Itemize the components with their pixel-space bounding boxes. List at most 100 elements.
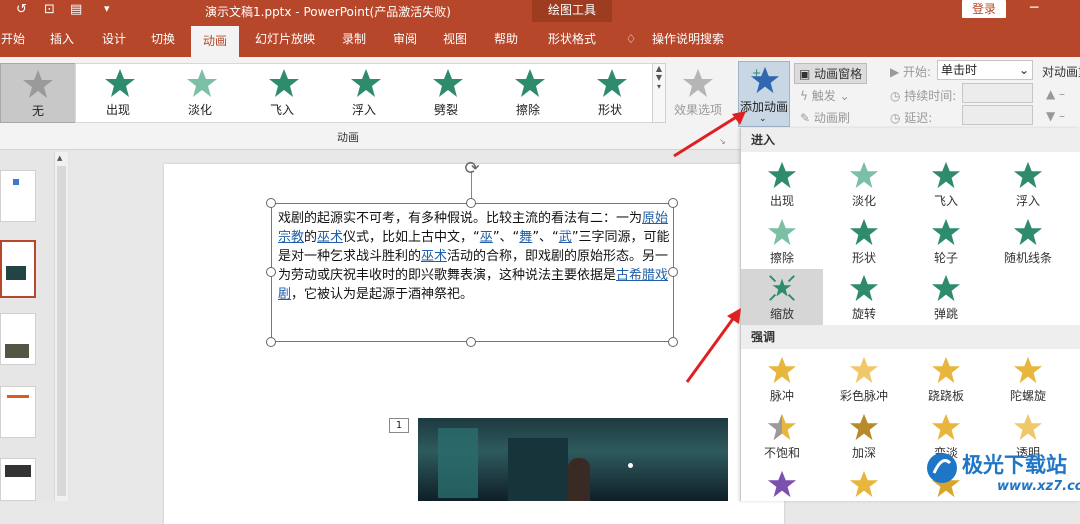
entrance-random-bars[interactable]: 随机线条	[987, 213, 1069, 269]
star-color-pulse-icon	[849, 356, 879, 384]
entrance-fly-in[interactable]: 飞入	[905, 156, 987, 212]
resize-handle-br[interactable]	[668, 337, 678, 347]
star-burst-icon	[767, 161, 797, 189]
photo-building	[438, 428, 478, 498]
animation-order-badge[interactable]: 1	[389, 418, 409, 433]
scroll-up-icon[interactable]: ▲	[57, 154, 62, 162]
entrance-zoom[interactable]: 缩放	[741, 269, 823, 325]
tab-transitions[interactable]: 切换	[145, 22, 181, 57]
tab-design[interactable]: 设计	[96, 22, 132, 57]
slide-photo[interactable]	[418, 418, 728, 501]
thumb-image	[5, 344, 29, 358]
move-later-icon[interactable]: ▼ –	[1046, 109, 1065, 123]
scroll-thumb[interactable]	[57, 166, 66, 496]
resize-handle-bl[interactable]	[266, 337, 276, 347]
entrance-bounce[interactable]: 弹跳	[905, 269, 987, 325]
customize-qa-icon[interactable]: ▾	[104, 2, 110, 15]
slide-thumb-4[interactable]	[0, 386, 36, 438]
star-shape-icon	[849, 218, 879, 246]
resize-handle-l[interactable]	[266, 267, 276, 277]
tab-review[interactable]: 审阅	[387, 22, 423, 57]
trigger-button[interactable]: ϟ 触发 ⌄	[800, 87, 850, 104]
anim-fly-in[interactable]: 飞入	[247, 63, 317, 123]
delay-input[interactable]	[962, 105, 1033, 125]
entrance-spin[interactable]: 旋转	[823, 269, 905, 325]
star-bounce-icon	[931, 274, 961, 302]
slide-thumb-5[interactable]	[0, 458, 36, 501]
resize-handle-tr[interactable]	[668, 198, 678, 208]
delay-clock-icon: ◷	[890, 111, 905, 125]
tab-home[interactable]: 开始	[0, 22, 26, 57]
emphasis-color-pulse[interactable]: 彩色脉冲	[823, 351, 905, 407]
dialog-launcher-icon[interactable]: ↘	[719, 137, 726, 146]
move-earlier-icon[interactable]: ▲ –	[1046, 87, 1065, 101]
emphasis-teeter[interactable]: 跷跷板	[905, 351, 987, 407]
star-wheel-icon	[931, 218, 961, 246]
star-desaturate-icon	[767, 413, 797, 441]
link-wu[interactable]: 巫	[480, 230, 493, 245]
anim-none[interactable]: 无	[0, 63, 76, 123]
tab-view[interactable]: 视图	[437, 22, 473, 57]
link-dance[interactable]: 舞	[519, 230, 532, 245]
text-box[interactable]: 戏剧的起源实不可考，有多种假说。比较主流的看法有二：一为原始宗教的巫术仪式，比如…	[271, 203, 674, 342]
photo-light	[628, 463, 633, 468]
resize-handle-b[interactable]	[466, 337, 476, 347]
link-martial[interactable]: 武	[559, 230, 572, 245]
lightbulb-icon: ♢	[625, 32, 637, 46]
link-witchcraft-2[interactable]: 巫术	[421, 249, 447, 264]
entrance-shape[interactable]: 形状	[823, 213, 905, 269]
minimize-button[interactable]: ─	[1030, 0, 1038, 16]
tell-me-search[interactable]: 操作说明搜索	[648, 22, 728, 57]
tab-record[interactable]: 录制	[336, 22, 372, 57]
present-icon[interactable]: ⊡	[44, 2, 55, 17]
thumbnail-scrollbar[interactable]: ▲	[54, 152, 68, 501]
entrance-appear[interactable]: 出现	[741, 156, 823, 212]
emphasis-pulse[interactable]: 脉冲	[741, 351, 823, 407]
tab-animations[interactable]: 动画	[191, 26, 239, 57]
slide-thumb-3[interactable]	[0, 313, 36, 365]
entrance-wheel[interactable]: 轮子	[905, 213, 987, 269]
anim-wipe[interactable]: 擦除	[493, 63, 563, 123]
animation-painter-button[interactable]: ✎ 动画刷	[800, 109, 850, 126]
resize-handle-tl[interactable]	[266, 198, 276, 208]
start-select[interactable]: 单击时 ⌄	[937, 60, 1033, 80]
resize-handle-t[interactable]	[466, 198, 476, 208]
tab-shape-format[interactable]: 形状格式	[542, 22, 602, 57]
title-bar: ↺ ⊡ ▤ ▾ 演示文稿1.pptx - PowerPoint(产品激活失败) …	[0, 0, 1080, 22]
anim-appear[interactable]: 出现	[83, 63, 153, 123]
entrance-float-in[interactable]: 浮入	[987, 156, 1069, 212]
resize-handle-r[interactable]	[668, 267, 678, 277]
star-icon	[23, 70, 53, 98]
animation-pane-button[interactable]: ▣ 动画窗格	[794, 63, 868, 84]
slideshow-icon[interactable]: ▤	[70, 2, 82, 17]
anim-fade[interactable]: 淡化	[165, 63, 235, 123]
emphasis-more-2[interactable]	[823, 465, 905, 501]
star-lighten-icon	[931, 413, 961, 441]
emphasis-desaturate[interactable]: 不饱和	[741, 408, 823, 464]
slide-thumb-1[interactable]	[0, 170, 36, 222]
start-label: ▶ 开始:	[890, 65, 932, 79]
autosave-icon[interactable]: ↺	[16, 2, 27, 17]
rotate-handle-icon[interactable]: ⟳	[461, 158, 483, 180]
link-witchcraft[interactable]: 巫术	[317, 230, 343, 245]
effect-options-button[interactable]: 效果选项	[667, 63, 729, 123]
watermark-logo-icon	[927, 453, 957, 483]
emphasis-darken[interactable]: 加深	[823, 408, 905, 464]
login-button[interactable]: 登录	[962, 0, 1006, 18]
tab-slideshow[interactable]: 幻灯片放映	[252, 22, 318, 57]
anim-float-in[interactable]: 浮入	[329, 63, 399, 123]
reorder-label: 对动画重	[1042, 65, 1080, 79]
entrance-fade[interactable]: 淡化	[823, 156, 905, 212]
star-bars-icon	[1013, 218, 1043, 246]
entrance-wipe[interactable]: 擦除	[741, 213, 823, 269]
tab-help[interactable]: 帮助	[488, 22, 524, 57]
anim-split[interactable]: 劈裂	[411, 63, 481, 123]
gallery-scroll[interactable]: ▲ ▼ ▾	[652, 63, 666, 123]
anim-shape[interactable]: 形状	[575, 63, 645, 123]
add-animation-button[interactable]: + 添加动画 ⌄	[738, 61, 790, 127]
slide-thumb-2[interactable]	[0, 240, 36, 298]
tab-insert[interactable]: 插入	[44, 22, 80, 57]
duration-input[interactable]	[962, 83, 1033, 103]
emphasis-more[interactable]	[741, 465, 823, 501]
emphasis-spin[interactable]: 陀螺旋	[987, 351, 1069, 407]
